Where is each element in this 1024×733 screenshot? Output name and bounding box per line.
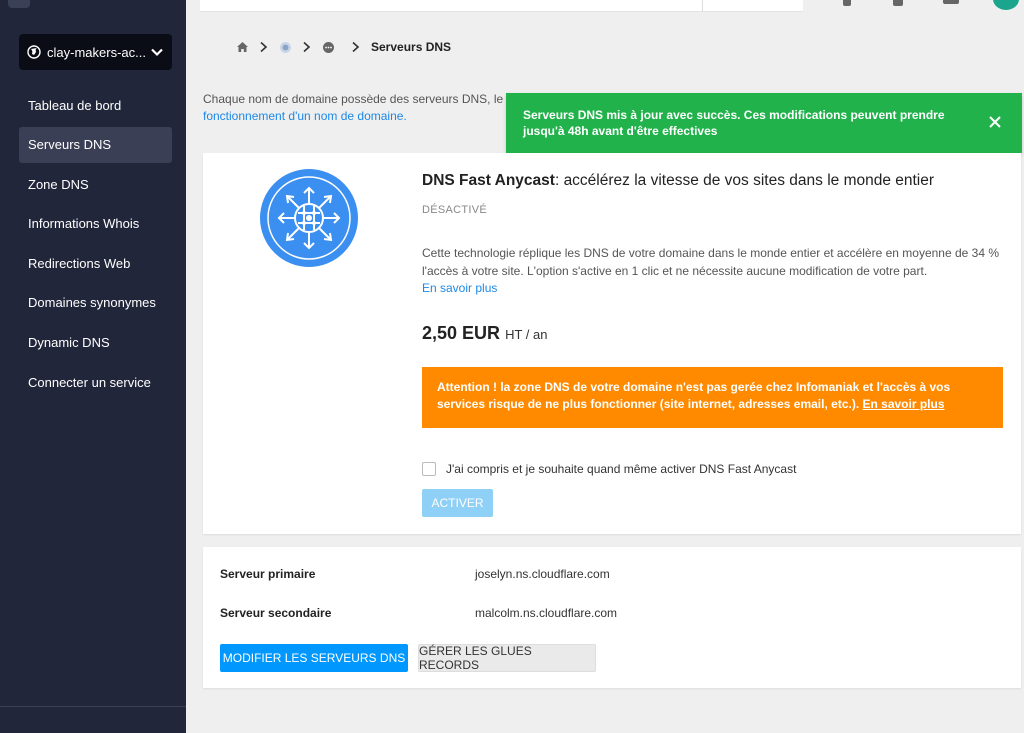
primary-server-value: joselyn.ns.cloudflare.com — [475, 567, 610, 581]
price: 2,50 EUR HT / an — [422, 323, 547, 344]
domain-name: clay-makers-ac... — [47, 44, 146, 60]
activate-button[interactable]: ACTIVER — [422, 489, 493, 517]
anycast-description: Cette technologie réplique les DNS de vo… — [422, 246, 1000, 278]
warning-banner: Attention ! la zone DNS de votre domaine… — [422, 367, 1003, 428]
breadcrumb: Serveurs DNS — [236, 37, 451, 57]
chevron-right-icon — [303, 41, 311, 53]
sidebar-item-dynamic-dns[interactable]: Dynamic DNS — [19, 325, 172, 361]
apps-grid-icon[interactable] — [943, 0, 959, 4]
close-icon[interactable] — [988, 115, 1002, 129]
sidebar-item-tableau-de-bord[interactable]: Tableau de bord — [19, 87, 172, 123]
primary-server-label: Serveur primaire — [220, 567, 316, 581]
chevron-right-icon — [352, 41, 360, 53]
sidebar-item-zone-dns[interactable]: Zone DNS — [19, 166, 172, 202]
notification-icon[interactable] — [893, 0, 903, 6]
intro-text: Chaque nom de domaine possède des serveu… — [203, 91, 503, 125]
chevron-down-icon — [151, 48, 163, 57]
intro-paragraph: Chaque nom de domaine possède des serveu… — [203, 92, 503, 106]
sidebar-item-domaines-synonymes[interactable]: Domaines synonymes — [19, 285, 172, 321]
avatar[interactable] — [993, 0, 1019, 10]
sidebar-item-informations-whois[interactable]: Informations Whois — [19, 206, 172, 242]
price-unit: HT / an — [505, 327, 548, 342]
price-amount: 2,50 EUR — [422, 323, 501, 343]
topbar-divider — [702, 0, 703, 12]
sidebar-divider — [0, 706, 186, 707]
status-badge: DÉSACTIVÉ — [422, 204, 488, 216]
learn-more-link[interactable]: En savoir plus — [422, 281, 497, 295]
confirm-checkbox[interactable] — [422, 462, 436, 476]
secondary-server-value: malcolm.ns.cloudflare.com — [475, 606, 618, 620]
confirm-row: J'ai compris et je souhaite quand même a… — [422, 462, 796, 476]
sidebar-item-connecter-un-service[interactable]: Connecter un service — [19, 364, 172, 400]
toast-message: Serveurs DNS mis à jour avec succès. Ces… — [523, 108, 945, 138]
anycast-network-icon — [260, 169, 358, 267]
success-toast: Serveurs DNS mis à jour avec succès. Ces… — [506, 93, 1022, 153]
home-icon[interactable] — [236, 41, 249, 53]
help-icon[interactable] — [843, 0, 851, 6]
anycast-title: DNS Fast Anycast: accélérez la vitesse d… — [422, 172, 934, 190]
globe-icon — [27, 45, 41, 59]
confirm-label[interactable]: J'ai compris et je souhaite quand même a… — [446, 462, 796, 476]
modify-dns-servers-button[interactable]: MODIFIER LES SERVEURS DNS — [220, 644, 408, 672]
anycast-title-bold: DNS Fast Anycast — [422, 172, 555, 189]
intro-link[interactable]: fonctionnement d'un nom de domaine. — [203, 108, 503, 125]
sidebar-item-redirections-web[interactable]: Redirections Web — [19, 245, 172, 281]
sidebar-item-serveurs-dns[interactable]: Serveurs DNS — [19, 126, 172, 163]
anycast-card: DNS Fast Anycast: accélérez la vitesse d… — [203, 153, 1021, 534]
sidebar: clay-makers-ac... Tableau de bord Serveu… — [0, 0, 186, 733]
globe-icon[interactable] — [279, 41, 292, 54]
breadcrumb-current: Serveurs DNS — [371, 40, 452, 54]
sidebar-nav: Tableau de bord Serveurs DNS Zone DNS In… — [19, 87, 172, 404]
manage-glue-records-button[interactable]: GÉRER LES GLUES RECORDS — [418, 644, 596, 672]
top-search-bar[interactable] — [200, 0, 803, 12]
anycast-title-rest: : accélérez la vitesse de vos sites dans… — [554, 172, 935, 189]
secondary-server-label: Serveur secondaire — [220, 606, 332, 620]
dots-icon[interactable] — [322, 41, 335, 54]
menu-stub[interactable] — [8, 0, 30, 8]
dns-servers-card: Serveur primaire joselyn.ns.cloudflare.c… — [203, 547, 1021, 688]
warning-learn-more-link[interactable]: En savoir plus — [862, 397, 944, 411]
domain-selector[interactable]: clay-makers-ac... — [19, 34, 172, 70]
chevron-right-icon — [260, 41, 268, 53]
